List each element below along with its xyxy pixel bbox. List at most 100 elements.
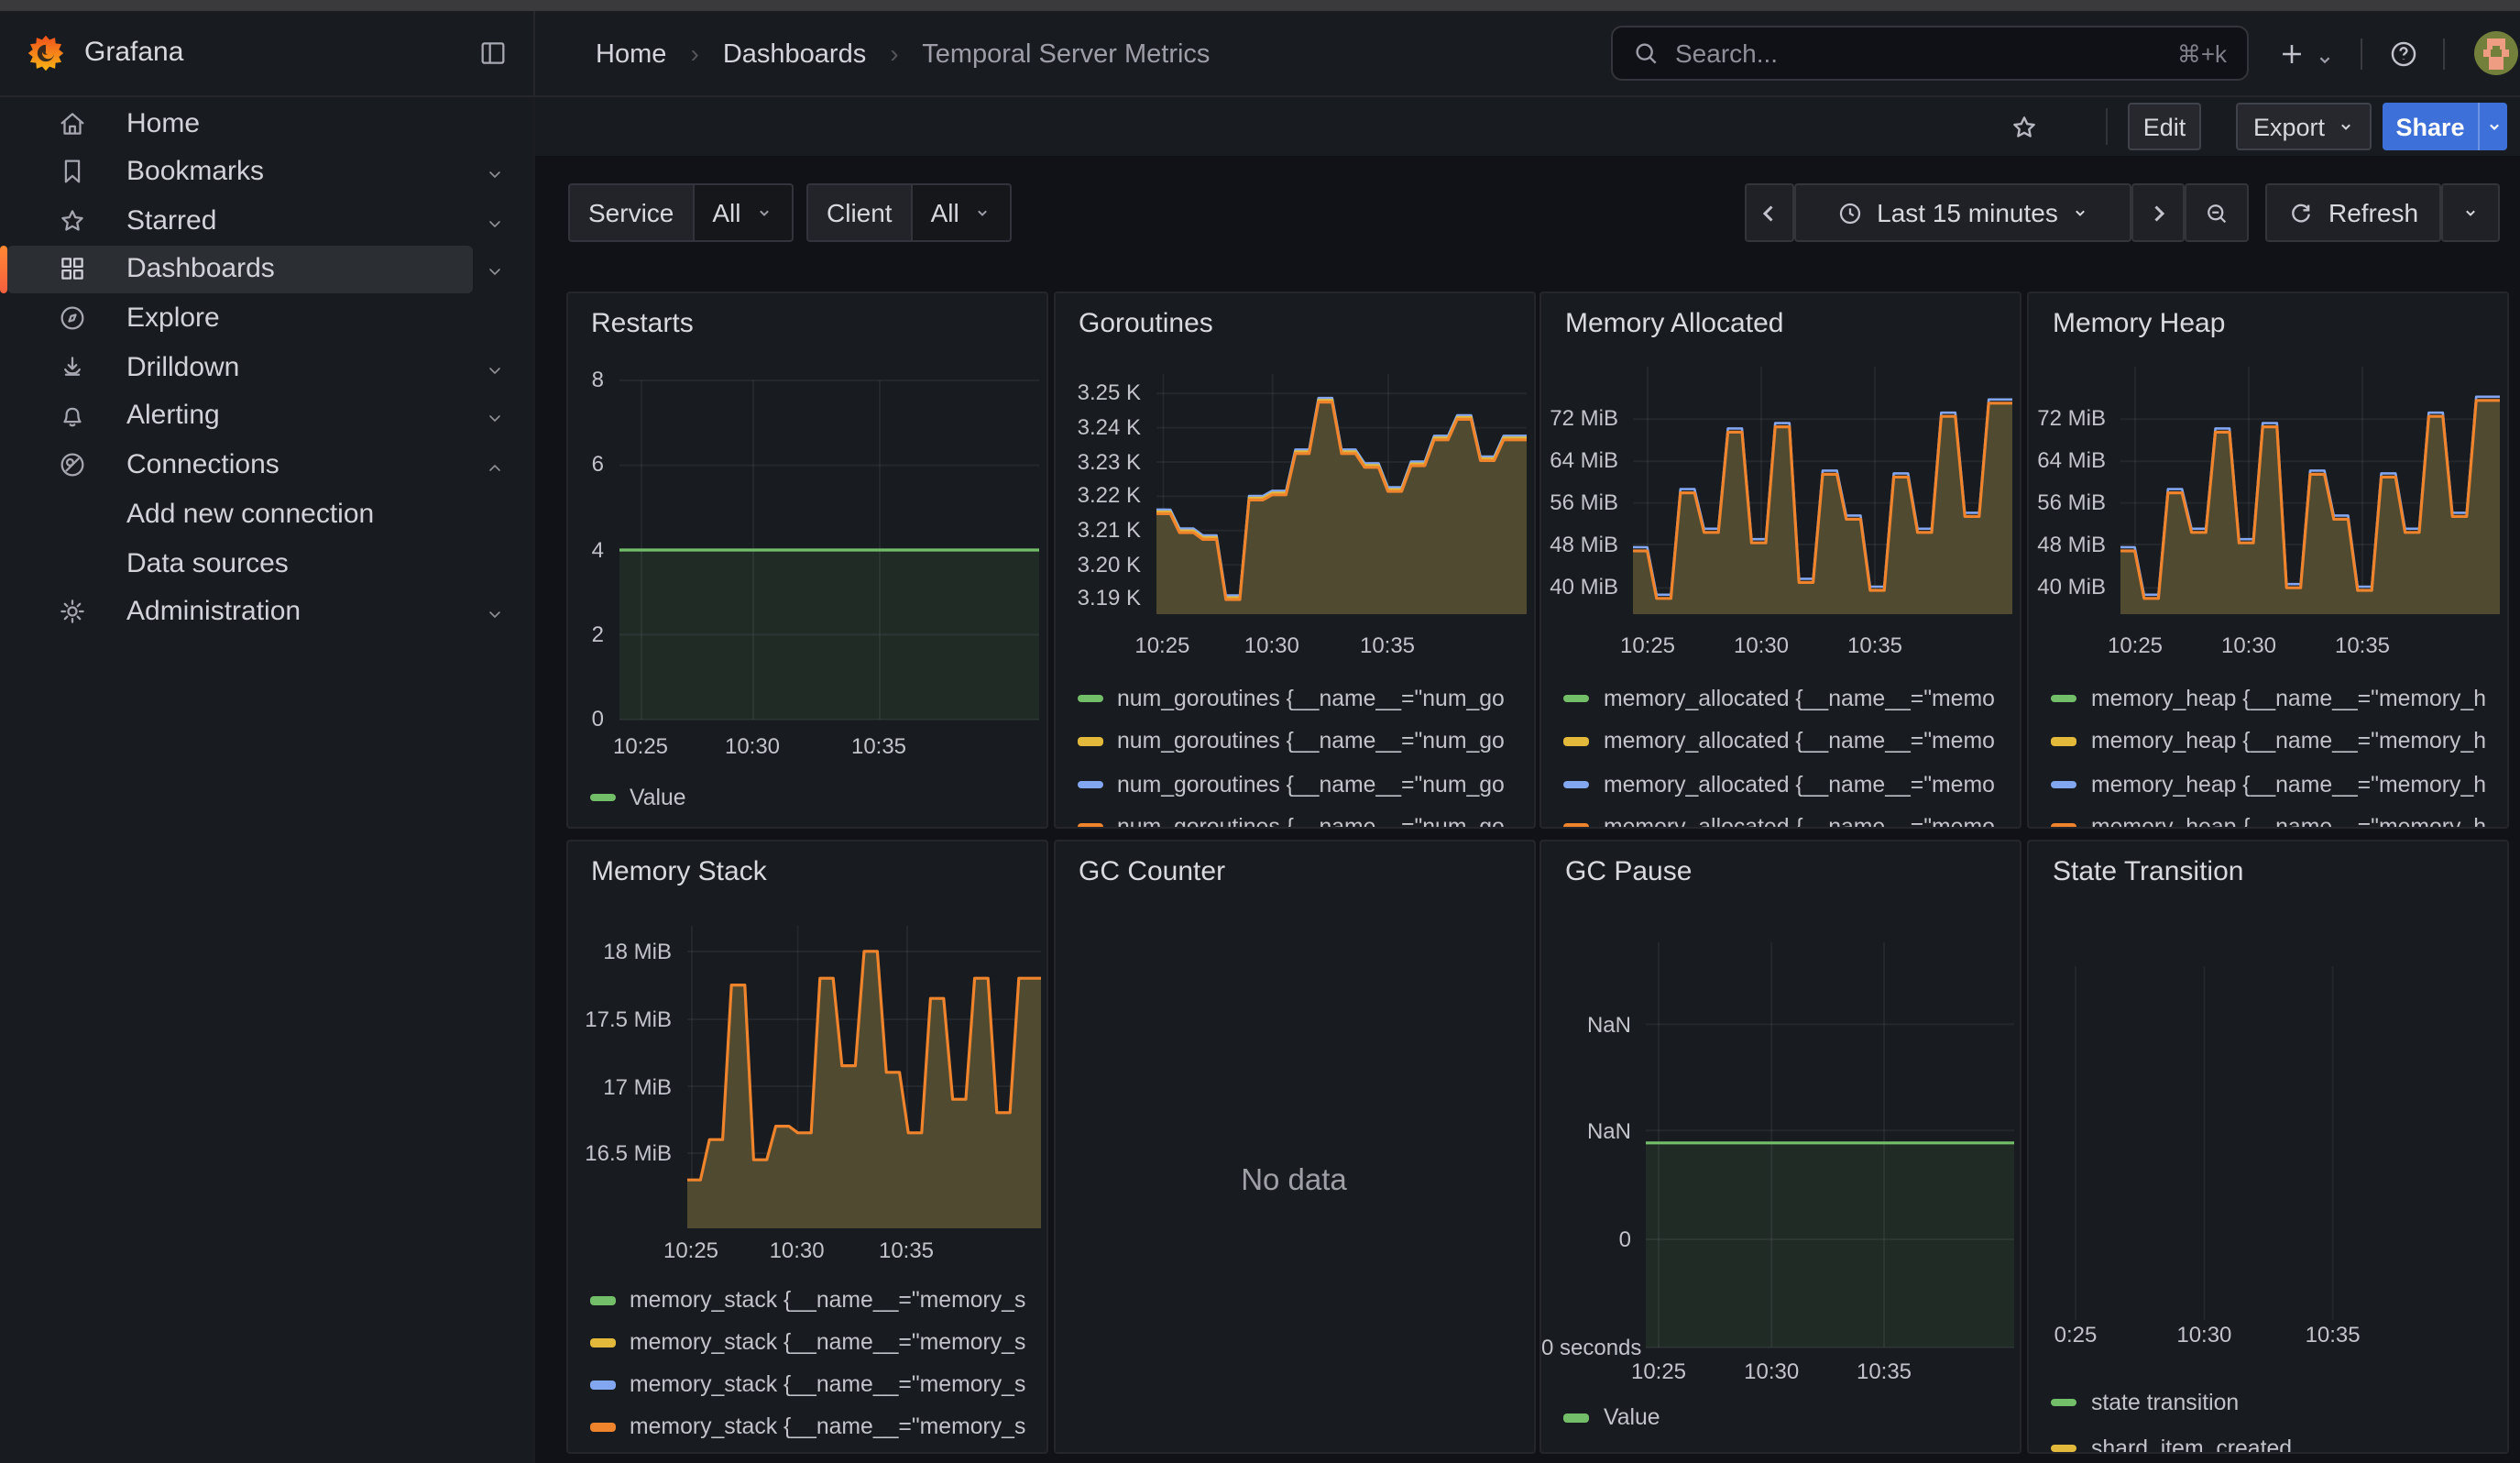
zoom-out-button[interactable] — [2185, 183, 2249, 242]
legend-item[interactable]: memory_stack {__name__="memory_s — [589, 1326, 1046, 1362]
chevron-down-icon[interactable] — [484, 600, 506, 622]
sidebar-item-drilldown[interactable]: Drilldown — [0, 344, 535, 391]
legend-item[interactable]: shard_item_created — [2051, 1431, 2507, 1454]
refresh-interval-dropdown[interactable] — [2441, 183, 2500, 242]
sidebar-item-label: Explore — [126, 294, 220, 342]
legend-item[interactable]: memory_stack {__name__="memory_s — [589, 1410, 1046, 1446]
legend-item[interactable]: num_goroutines {__name__="num_go — [1077, 681, 1533, 718]
breadcrumb-dashboards[interactable]: Dashboards — [723, 40, 866, 70]
legend-color-pill — [1563, 694, 1589, 702]
legend-item[interactable]: memory_allocated {__name__="memo — [1563, 810, 2020, 828]
export-label: Export — [2253, 113, 2325, 140]
sidebar-item-dashboards[interactable]: Dashboards — [0, 246, 535, 293]
x-axis-tick: 10:25 — [586, 732, 696, 758]
y-axis-tick: 17.5 MiB — [567, 1006, 672, 1032]
add-new-chevron-icon[interactable] — [2315, 46, 2335, 66]
legend-item[interactable]: memory_allocated {__name__="memo — [1563, 681, 2020, 718]
chevron-down-icon[interactable] — [484, 405, 506, 427]
export-button[interactable]: Export — [2236, 103, 2372, 150]
variable-service[interactable]: Service All — [568, 183, 794, 242]
y-axis-tick: 56 MiB — [2029, 490, 2106, 515]
share-dropdown-button[interactable] — [2478, 103, 2507, 150]
variable-client[interactable]: Client All — [806, 183, 1013, 242]
legend-item[interactable]: memory_heap {__name__="memory_h — [2051, 810, 2507, 828]
chevron-down-icon[interactable] — [484, 160, 506, 182]
sidebar-item-label: Dashboards — [126, 246, 275, 293]
chevron-up-icon[interactable] — [484, 454, 506, 476]
legend-color-pill — [1563, 780, 1589, 788]
legend-label: memory_stack {__name__="memory_s — [630, 1414, 1025, 1439]
sidebar-item-starred[interactable]: Starred — [0, 197, 535, 245]
y-axis-tick: 8 — [567, 367, 604, 392]
search-shortcut: ⌘+k — [2177, 40, 2227, 70]
y-axis-tick: 56 MiB — [1541, 490, 1618, 515]
breadcrumb-current: Temporal Server Metrics — [922, 40, 1210, 70]
legend-item[interactable]: memory_heap {__name__="memory_h — [2051, 724, 2507, 761]
grafana-app: Grafana Home › Dashboards › Temporal Ser… — [0, 0, 2520, 1463]
legend-color-pill — [2051, 1398, 2076, 1406]
legend-item[interactable]: memory_allocated {__name__="memo — [1563, 767, 2020, 804]
panel-memory-stack: Memory Stack18 MiB17.5 MiB17 MiB16.5 MiB… — [565, 840, 1047, 1454]
refresh-button[interactable]: Refresh — [2265, 183, 2441, 242]
legend-item[interactable]: Value — [1563, 1401, 2020, 1437]
y-axis-tick: 0 — [567, 706, 604, 732]
share-button[interactable]: Share — [2383, 103, 2478, 150]
legend-item[interactable]: state transition — [2051, 1385, 2507, 1422]
legend-item[interactable]: memory_stack {__name__="memory_s — [589, 1368, 1046, 1404]
time-range-picker[interactable]: Last 15 minutes — [1794, 183, 2131, 242]
header-divider — [2443, 38, 2445, 70]
search-placeholder: Search... — [1675, 38, 1778, 68]
sidebar-toggle-icon[interactable] — [477, 38, 509, 68]
search-input[interactable]: Search... ⌘+k — [1611, 26, 2249, 81]
sidebar-item-label: Add new connection — [126, 490, 374, 538]
legend-color-pill — [2051, 823, 2076, 828]
y-axis-tick: 72 MiB — [1541, 405, 1618, 431]
brand-label: Grafana — [84, 37, 183, 68]
sidebar-item-add-new-connection[interactable]: Add new connection — [0, 490, 535, 538]
sidebar-item-alerting[interactable]: Alerting — [0, 392, 535, 440]
legend-item[interactable]: Value — [589, 780, 1046, 817]
legend-label: shard_item_created — [2091, 1435, 2292, 1454]
chevron-down-icon[interactable] — [484, 210, 506, 232]
legend-label: memory_stack {__name__="memory_s — [630, 1329, 1025, 1355]
legend-item[interactable]: num_goroutines {__name__="num_go — [1077, 724, 1533, 761]
legend-item[interactable]: memory_heap {__name__="memory_h — [2051, 681, 2507, 718]
add-new-icon[interactable] — [2276, 38, 2307, 70]
sidebar-item-home[interactable]: Home — [0, 101, 535, 148]
sidebar-item-administration[interactable]: Administration — [0, 588, 535, 635]
favorite-star-icon[interactable] — [2009, 112, 2040, 143]
panel-goroutines: Goroutines3.25 K3.24 K3.23 K3.22 K3.21 K… — [1053, 291, 1535, 828]
sidebar-item-data-sources[interactable]: Data sources — [0, 540, 535, 588]
legend-label: num_goroutines {__name__="num_go — [1117, 814, 1505, 828]
edit-button[interactable]: Edit — [2128, 103, 2201, 150]
y-axis-tick: 16.5 MiB — [567, 1140, 672, 1166]
sidebar-item-label: Connections — [126, 441, 279, 489]
panel-memory-allocated: Memory Allocated72 MiB64 MiB56 MiB48 MiB… — [1539, 291, 2021, 828]
breadcrumb-separator-icon: › — [890, 38, 898, 68]
sidebar-item-bookmarks[interactable]: Bookmarks — [0, 148, 535, 195]
legend-label: Value — [630, 784, 686, 809]
legend-item[interactable]: num_goroutines {__name__="num_go — [1077, 810, 1533, 828]
help-icon[interactable] — [2388, 38, 2419, 70]
variable-service-value[interactable]: All — [692, 183, 794, 242]
sidebar-item-connections[interactable]: Connections — [0, 441, 535, 489]
legend-item[interactable]: memory_allocated {__name__="memo — [1563, 724, 2020, 761]
gear-icon — [57, 595, 88, 626]
sidebar-item-explore[interactable]: Explore — [0, 294, 535, 342]
variable-client-value[interactable]: All — [911, 183, 1013, 242]
variable-service-label: Service — [568, 183, 692, 242]
x-axis-tick: 10:30 — [742, 1238, 852, 1263]
time-back-button[interactable] — [1745, 183, 1794, 242]
legend-item[interactable]: num_goroutines {__name__="num_go — [1077, 767, 1533, 804]
chevron-down-icon[interactable] — [484, 357, 506, 379]
legend-label: state transition — [2091, 1389, 2239, 1414]
sidebar-item-label: Bookmarks — [126, 148, 264, 195]
time-range-label: Last 15 minutes — [1877, 198, 2058, 227]
legend-item[interactable]: memory_heap {__name__="memory_h — [2051, 767, 2507, 804]
time-forward-button[interactable] — [2131, 183, 2185, 242]
avatar[interactable] — [2474, 31, 2518, 75]
legend-item[interactable]: memory_stack {__name__="memory_s — [589, 1283, 1046, 1320]
breadcrumb-home[interactable]: Home — [596, 40, 666, 70]
panel-title[interactable]: GC Counter — [1079, 856, 1225, 887]
chevron-down-icon[interactable] — [484, 258, 506, 280]
